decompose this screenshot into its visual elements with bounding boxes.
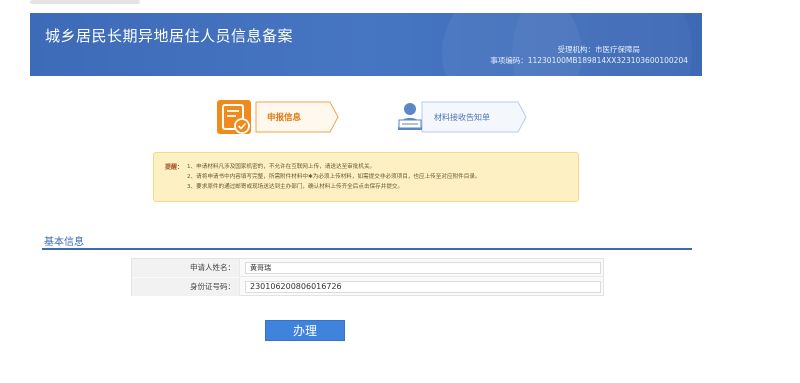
page-title: 城乡居民长期异地居住人员信息备案: [45, 27, 294, 45]
header-banner: 城乡居民长期异地居住人员信息备案 受理机构：市医疗保障局 事项编码：112301…: [30, 13, 702, 76]
top-blur-text: [30, 0, 140, 4]
id-number-label: 身份证号码：: [132, 278, 240, 296]
item-code-text: 事项编码：11230100MB189814XX323103600100204: [490, 56, 688, 65]
progress-steps: 申报信息 材料接收告知单: [214, 98, 527, 138]
section-divider: [42, 248, 692, 250]
form-row-id: 身份证号码： 230106200806016726: [132, 278, 603, 296]
step-receipt-notice[interactable]: 材料接收告知单: [392, 98, 527, 136]
section-title-basic-info: 基本信息: [44, 237, 84, 248]
step-label: 申报信息: [267, 113, 302, 123]
notice-label: 提醒：: [165, 164, 184, 171]
agency-text: 受理机构：市医疗保障局: [557, 45, 641, 54]
submit-button[interactable]: 办理: [265, 320, 345, 341]
notice-line: 1、申请材料凡涉及国家机密的，不允许在互联网上传，请送达至审批机关。: [187, 164, 376, 170]
notice-line: 2、请将申请书中内容填写完整，所需附件材料中✱为必须上传材料，如需提交非必须项目…: [187, 174, 481, 180]
applicant-name-field[interactable]: 黄哥瑞: [245, 262, 601, 274]
applicant-name-label: 申请人姓名：: [132, 259, 240, 277]
id-number-field[interactable]: 230106200806016726: [245, 281, 601, 293]
form-row-name: 申请人姓名： 黄哥瑞: [132, 259, 603, 277]
step-declare-info[interactable]: 申报信息: [214, 98, 339, 136]
basic-info-form: 申请人姓名： 黄哥瑞 身份证号码： 230106200806016726: [131, 258, 604, 296]
step-label: 材料接收告知单: [434, 113, 490, 122]
notice-line: 3、要求原件的通过邮寄或现场送达到主办部门，确认材料上传齐全后点击保存并提交。: [187, 184, 404, 190]
notice-box: 提醒： 1、申请材料凡涉及国家机密的，不允许在互联网上传，请送达至审批机关。 2…: [153, 152, 579, 202]
